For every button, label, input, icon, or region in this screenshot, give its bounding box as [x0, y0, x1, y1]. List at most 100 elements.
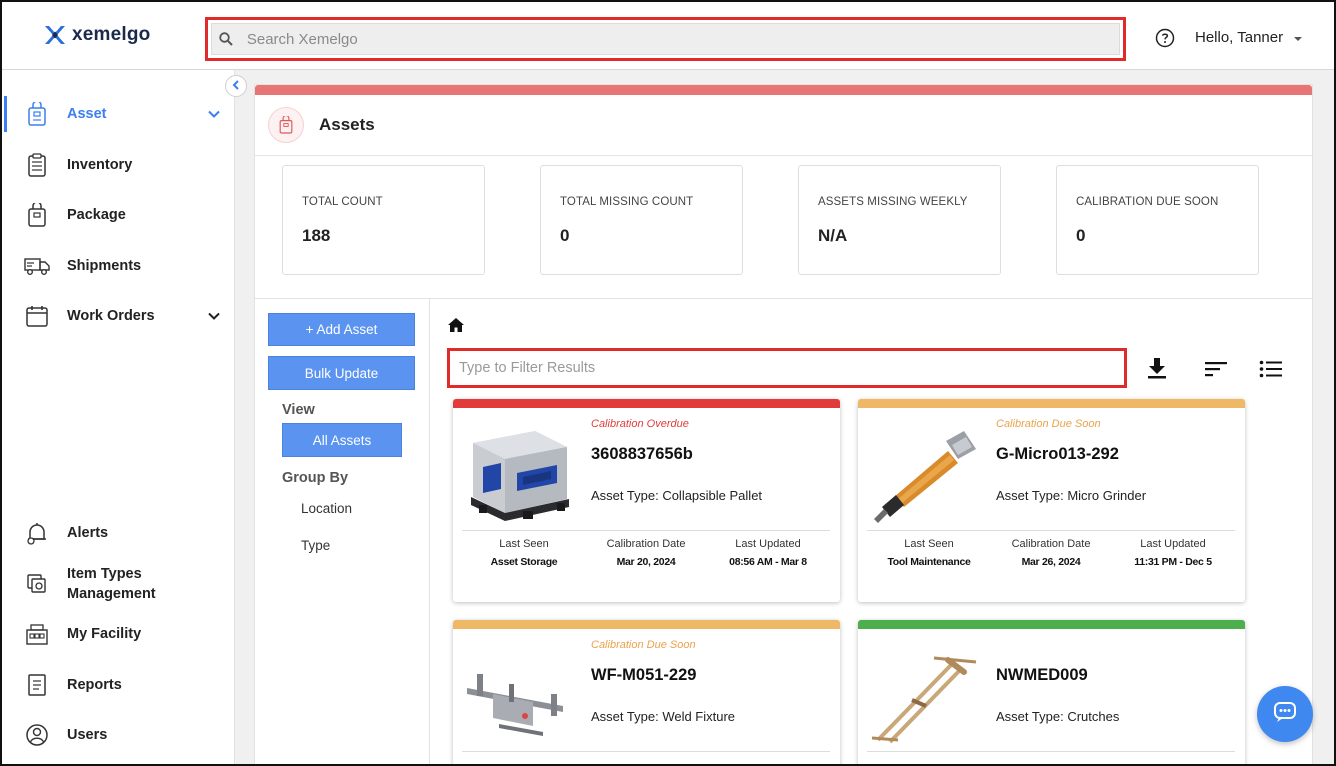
brand-name: xemelgo — [72, 24, 151, 45]
home-icon[interactable] — [447, 317, 465, 338]
asset-id: WF-M051-229 — [591, 666, 697, 684]
metric-value: 0 — [560, 226, 570, 245]
group-by-heading: Group By — [282, 470, 349, 486]
last-updated-value: 08:56 AM - Mar 8 — [729, 556, 807, 568]
xemelgo-logo-icon — [44, 24, 66, 46]
divider — [867, 530, 1235, 531]
sidebar-item-label: Inventory — [67, 157, 133, 173]
asset-card[interactable]: Calibration Due Soon WF-M051-229 Asset T… — [453, 620, 840, 764]
truck-icon — [24, 253, 50, 279]
sidebar-item-work-orders[interactable]: Work Orders — [2, 296, 235, 336]
search-highlight-frame — [205, 17, 1126, 61]
asset-type-label: Asset Type: — [996, 488, 1064, 503]
weld-fixture-image — [463, 644, 577, 748]
group-by-location[interactable]: Location — [301, 501, 352, 516]
sidebar-item-label: Work Orders — [67, 308, 155, 324]
sort-icon[interactable] — [1204, 361, 1228, 382]
app-window: xemelgo Hello, Tanner Asset — [0, 0, 1336, 766]
user-greeting: Hello, Tanner — [1195, 29, 1284, 46]
asset-card[interactable]: NWMED009 Asset Type: Crutches — [858, 620, 1245, 764]
label-line-1: Item Types — [67, 566, 142, 582]
last-seen-value: Asset Storage — [490, 556, 558, 568]
facility-icon — [24, 621, 50, 647]
brand-logo[interactable]: xemelgo — [44, 24, 151, 46]
user-menu[interactable]: Hello, Tanner — [1195, 29, 1303, 46]
view-all-assets-button[interactable]: All Assets — [282, 423, 402, 457]
asset-type-label: Asset Type: — [591, 709, 659, 724]
package-tag-icon — [24, 202, 50, 228]
asset-type-value: Weld Fixture — [662, 709, 736, 724]
asset-type: Asset Type: Micro Grinder — [996, 488, 1146, 503]
sidebar-item-label: Alerts — [67, 525, 109, 541]
sidebar-item-item-types-management[interactable]: Item Types Management — [2, 563, 235, 605]
last-seen-column: Last Seen Tool Maintenance — [868, 538, 990, 568]
asset-id: NWMED009 — [996, 666, 1088, 684]
sidebar-item-label: Asset — [67, 106, 107, 122]
collapse-sidebar-button[interactable] — [225, 75, 247, 97]
last-updated-column: Last Updated 08:56 AM - Mar 8 — [707, 538, 829, 568]
crutches-image — [868, 644, 982, 748]
download-icon[interactable] — [1147, 357, 1167, 384]
inventory-clipboard-icon — [24, 152, 50, 178]
sidebar-item-label: Reports — [67, 677, 122, 693]
asset-tag-icon — [24, 101, 50, 127]
sidebar-item-users[interactable]: Users — [2, 715, 235, 755]
divider — [867, 751, 1235, 752]
report-icon — [24, 672, 50, 698]
page-title: Assets — [319, 115, 375, 134]
top-bar: xemelgo Hello, Tanner — [2, 2, 1334, 70]
item-types-icon — [24, 571, 50, 597]
calibration-date-label: Calibration Date — [1011, 538, 1091, 550]
asset-card[interactable]: Calibration Due Soon G-Micro013-292 Asse… — [858, 399, 1245, 602]
metric-label: ASSETS MISSING WEEKLY — [818, 196, 968, 208]
filter-bar[interactable] — [452, 353, 1122, 383]
chevron-down-icon[interactable] — [208, 307, 220, 325]
sidebar-item-package[interactable]: Package — [2, 195, 235, 235]
chat-button[interactable] — [1257, 686, 1313, 742]
calibration-status: Calibration Due Soon — [996, 418, 1101, 430]
calibration-date-column: Calibration Date Mar 26, 2024 — [990, 538, 1112, 568]
asset-type-label: Asset Type: — [996, 709, 1064, 724]
label-line-2: Management — [67, 586, 156, 602]
help-icon[interactable] — [1155, 28, 1175, 53]
card-status-bar — [453, 399, 840, 408]
sidebar-item-my-facility[interactable]: My Facility — [2, 614, 235, 654]
sidebar-item-asset[interactable]: Asset — [2, 94, 235, 134]
metric-label: TOTAL MISSING COUNT — [560, 196, 694, 208]
bulk-update-button[interactable]: Bulk Update — [268, 356, 415, 390]
list-view-icon[interactable] — [1259, 360, 1283, 383]
micro-grinder-image — [868, 423, 982, 527]
sidebar-item-inventory[interactable]: Inventory — [2, 145, 235, 185]
sidebar: Asset Inventory Package Shipments Work O… — [2, 70, 235, 764]
asset-type-value: Micro Grinder — [1067, 488, 1147, 503]
sidebar-item-label: Users — [67, 727, 108, 743]
panel-header: Assets — [255, 95, 1312, 156]
last-updated-value: 11:31 PM - Dec 5 — [1134, 556, 1212, 568]
sidebar-item-reports[interactable]: Reports — [2, 665, 235, 705]
last-seen-value: Tool Maintenance — [887, 556, 971, 568]
last-seen-label: Last Seen — [904, 538, 954, 550]
asset-type: Asset Type: Weld Fixture — [591, 709, 735, 724]
search-input[interactable] — [246, 30, 1119, 48]
divider — [462, 530, 830, 531]
group-by-type[interactable]: Type — [301, 538, 330, 553]
card-status-bar — [453, 620, 840, 629]
assets-panel: Assets TOTAL COUNT 188 TOTAL MISSING COU… — [254, 84, 1313, 764]
sidebar-item-alerts[interactable]: Alerts — [2, 513, 235, 553]
sidebar-item-label: My Facility — [67, 626, 142, 642]
filter-highlight-frame — [447, 348, 1127, 388]
user-icon — [24, 722, 50, 748]
asset-card[interactable]: Calibration Overdue 3608837656b Asset Ty… — [453, 399, 840, 602]
add-asset-button[interactable]: + Add Asset — [268, 313, 415, 346]
chevron-down-icon[interactable] — [208, 105, 220, 123]
last-updated-label: Last Updated — [1140, 538, 1206, 550]
sidebar-item-label: Shipments — [67, 258, 142, 274]
sidebar-item-shipments[interactable]: Shipments — [2, 246, 235, 286]
panel-accent-bar — [255, 85, 1312, 95]
filter-input[interactable] — [459, 360, 1122, 376]
asset-tag-icon — [268, 107, 304, 143]
search-bar[interactable] — [211, 23, 1120, 55]
calibration-status: Calibration Overdue — [591, 418, 689, 430]
last-seen-label: Last Seen — [499, 538, 549, 550]
asset-type: Asset Type: Collapsible Pallet — [591, 488, 762, 503]
